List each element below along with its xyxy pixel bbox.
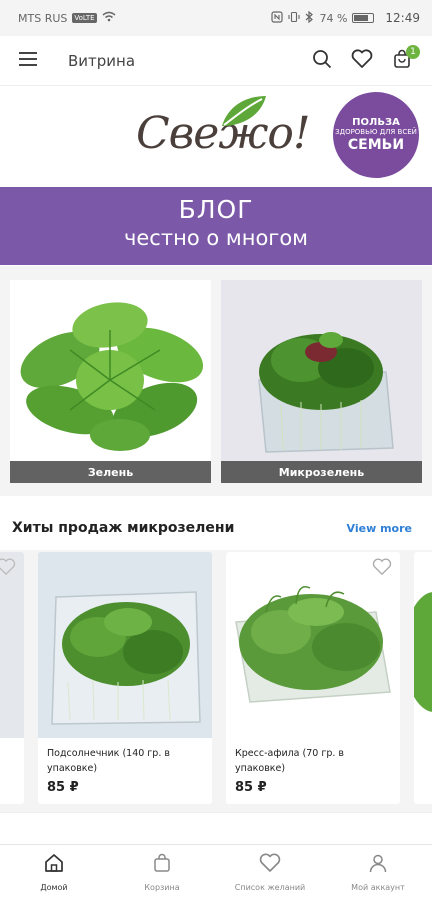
heart-icon[interactable]	[0, 558, 16, 580]
nav-wishlist[interactable]: Список желаний	[216, 845, 324, 900]
blog-title: БЛОГ	[178, 195, 254, 224]
section-header: Хиты продаж микрозелени View more	[0, 506, 432, 550]
promo-line-3: СЕМЬИ	[347, 137, 405, 153]
nav-label: Корзина	[144, 883, 180, 892]
product-card-partial[interactable]	[414, 552, 432, 804]
basil-image	[10, 280, 211, 461]
bag-icon	[152, 853, 172, 877]
battery-icon	[352, 13, 375, 23]
nav-label: Мой аккаунт	[351, 883, 405, 892]
product-name: Кресс-афила (70 гр. в упаковке)	[235, 748, 344, 774]
bottom-navigation: Домой Корзина Список желаний Мой аккаунт	[0, 844, 432, 900]
heart-icon[interactable]	[372, 558, 392, 580]
section-title: Хиты продаж микрозелени	[12, 520, 235, 536]
product-name: Подсолнечник (140 гр. в упаковке)	[47, 748, 170, 774]
battery-percent: 74 %	[319, 11, 348, 25]
category-card-microgreens[interactable]: Микрозелень	[221, 280, 422, 483]
blog-banner[interactable]: БЛОГ честно о многом	[0, 187, 432, 265]
menu-button[interactable]	[16, 41, 40, 81]
brand-header: Свежо! ПОЛЬЗА ЗДОРОВЬЮ ДЛЯ ВСЕЙ СЕМЬИ	[0, 86, 432, 186]
nfc-icon	[271, 10, 284, 26]
nav-label: Список желаний	[234, 883, 306, 892]
app-bar: Витрина 1	[0, 36, 432, 86]
product-card[interactable]: Кресс-афила (70 гр. в упаковке) 85 ₽	[226, 552, 400, 804]
product-carousel[interactable]: Подсолнечник (140 гр. в упаковке) 85 ₽ К…	[0, 550, 432, 812]
product-card[interactable]: Подсолнечник (140 гр. в упаковке) 85 ₽	[38, 552, 212, 804]
next-section-edge	[0, 812, 432, 844]
nav-cart[interactable]: Корзина	[108, 845, 216, 900]
cart-button[interactable]: 1	[382, 41, 422, 81]
menu-icon	[18, 51, 38, 71]
product-image	[38, 552, 212, 738]
search-icon	[312, 49, 332, 73]
heart-icon	[351, 48, 373, 73]
category-label: Зелень	[10, 461, 211, 483]
search-button[interactable]	[302, 41, 342, 81]
product-card-partial[interactable]	[0, 552, 24, 804]
nav-label: Домой	[40, 883, 68, 892]
carrier-name: MTS RUS	[18, 11, 68, 25]
wishlist-button[interactable]	[342, 41, 382, 81]
nav-home[interactable]: Домой	[0, 845, 108, 900]
promo-badge: ПОЛЬЗА ЗДОРОВЬЮ ДЛЯ ВСЕЙ СЕМЬИ	[333, 92, 419, 178]
bluetooth-icon	[305, 10, 314, 26]
home-icon	[44, 853, 64, 877]
product-price: 85 ₽	[235, 780, 267, 795]
promo-line-1: ПОЛЬЗА	[352, 117, 400, 128]
status-bar: MTS RUS VoLTE 74 % 12:49	[0, 0, 432, 36]
volte-badge: VoLTE	[72, 13, 97, 23]
vibrate-icon	[288, 11, 301, 26]
nav-account[interactable]: Мой аккаунт	[324, 845, 432, 900]
leaf-icon	[222, 96, 266, 126]
view-more-link[interactable]: View more	[347, 522, 412, 535]
microgreens-image	[221, 280, 422, 461]
blog-subtitle: честно о многом	[123, 226, 309, 250]
wifi-icon	[102, 11, 116, 25]
heart-icon	[259, 853, 281, 877]
category-card-greens[interactable]: Зелень	[10, 280, 211, 483]
cart-count-badge: 1	[406, 44, 420, 59]
category-grid: Зелень Микрозелень	[0, 266, 432, 496]
category-label: Микрозелень	[221, 461, 422, 483]
promo-line-2: ЗДОРОВЬЮ ДЛЯ ВСЕЙ	[335, 128, 417, 136]
clock: 12:49	[385, 11, 420, 25]
product-price: 85 ₽	[47, 780, 79, 795]
page-title: Витрина	[68, 51, 136, 70]
user-icon	[368, 853, 388, 877]
